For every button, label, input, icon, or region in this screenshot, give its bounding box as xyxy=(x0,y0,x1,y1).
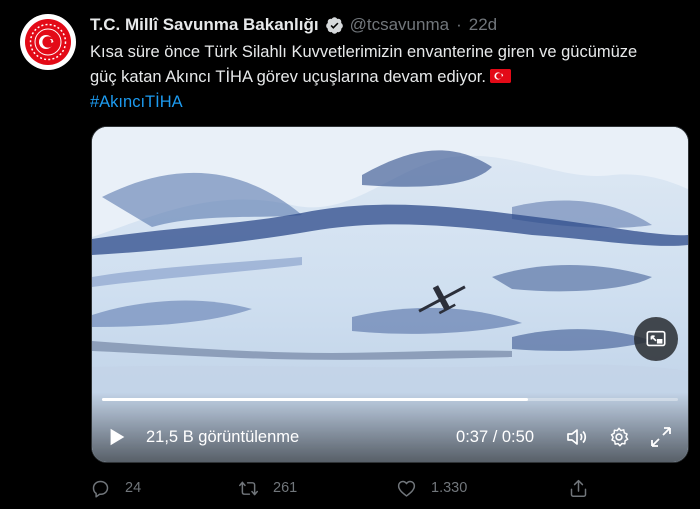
tweet-text: Kısa süre önce Türk Silahlı Kuvvetlerimi… xyxy=(90,40,680,115)
heart-icon xyxy=(397,480,416,497)
tweet-text-line-2-text: güç katan Akıncı TİHA görev uçuşlarına d… xyxy=(90,68,486,86)
progress-bar[interactable] xyxy=(102,398,678,401)
reply-button[interactable]: 24 xyxy=(90,478,141,499)
share-icon xyxy=(570,479,587,497)
like-button[interactable]: 1.330 xyxy=(396,478,467,499)
hashtag-link[interactable]: #AkıncıTİHA xyxy=(90,90,680,115)
video-controls: 21,5 B görüntülenme 0:37 / 0:50 xyxy=(92,392,688,462)
turkey-flag-icon xyxy=(489,69,511,83)
timestamp[interactable]: 22d xyxy=(469,15,497,35)
like-count: 1.330 xyxy=(431,480,468,496)
avatar[interactable] xyxy=(20,14,76,70)
tweet-text-line-2: güç katan Akıncı TİHA görev uçuşlarına d… xyxy=(90,65,680,90)
display-name[interactable]: T.C. Millî Savunma Bakanlığı xyxy=(90,15,319,35)
video-player[interactable]: 21,5 B görüntülenme 0:37 / 0:50 xyxy=(91,126,689,463)
retweet-icon xyxy=(239,481,258,495)
verified-badge-icon xyxy=(325,16,344,35)
volume-button[interactable] xyxy=(564,424,590,450)
share-button[interactable] xyxy=(568,478,589,499)
play-button[interactable] xyxy=(106,426,128,448)
picture-in-picture-button[interactable] xyxy=(634,317,678,361)
volume-icon xyxy=(567,429,587,445)
reply-icon xyxy=(92,480,109,498)
settings-icon xyxy=(610,427,629,447)
tweet-header: T.C. Millî Savunma Bakanlığı @tcsavunma … xyxy=(90,14,497,36)
separator-dot: · xyxy=(456,15,462,34)
view-count: 21,5 B görüntülenme xyxy=(146,427,300,446)
ministry-emblem-icon xyxy=(22,16,74,68)
video-time: 0:37 / 0:50 xyxy=(456,427,534,446)
progress-fill xyxy=(102,398,529,401)
settings-button[interactable] xyxy=(606,424,632,450)
retweet-count: 261 xyxy=(273,480,298,496)
reply-count: 24 xyxy=(125,480,142,496)
fullscreen-button[interactable] xyxy=(648,424,674,450)
retweet-button[interactable]: 261 xyxy=(238,478,297,499)
play-icon xyxy=(110,428,125,446)
controls-row: 21,5 B görüntülenme 0:37 / 0:50 xyxy=(106,422,674,452)
picture-in-picture-icon xyxy=(646,330,666,347)
tweet-text-line-1: Kısa süre önce Türk Silahlı Kuvvetlerimi… xyxy=(90,43,638,61)
tweet-actions: 24 261 1.330 xyxy=(90,476,610,500)
handle[interactable]: @tcsavunma xyxy=(350,15,449,35)
fullscreen-icon xyxy=(651,427,671,447)
